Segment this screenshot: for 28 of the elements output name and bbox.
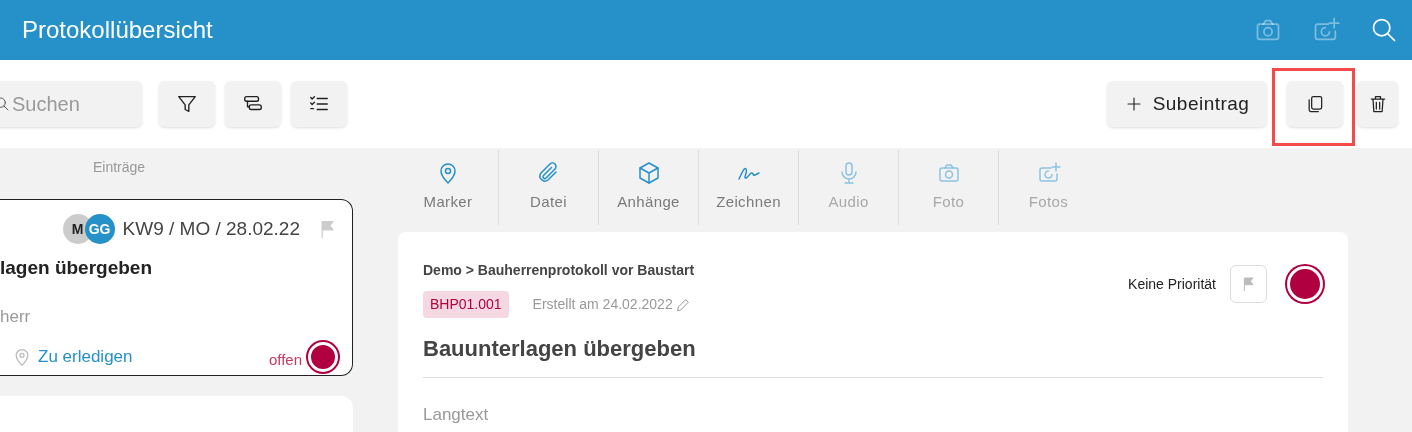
delete-button[interactable]: [1357, 81, 1398, 127]
checklist-button[interactable]: [291, 81, 347, 127]
file-tool-button[interactable]: Datei: [498, 150, 598, 225]
box-tool-button[interactable]: Anhänge: [598, 150, 698, 225]
entry-heading: Bauunterlagen übergeben: [423, 332, 1323, 378]
entry-category[interactable]: Zu erledigen: [38, 344, 269, 370]
filter-icon: [176, 93, 198, 115]
longtext-label: Langtext: [423, 404, 490, 426]
entry-title: lagen übergeben: [0, 256, 154, 280]
draw-tool-button[interactable]: Zeichnen: [698, 150, 798, 225]
page-title: Protokollübersicht: [22, 15, 214, 45]
copy-button[interactable]: [1287, 81, 1343, 127]
entry-status: offen: [268, 349, 302, 370]
entry-subtitle: herr: [0, 306, 32, 328]
cube-icon: [636, 161, 661, 186]
search-icon: [1370, 16, 1398, 44]
entry-date: KW9 / MO / 28.02.22: [122, 216, 300, 241]
filter-button[interactable]: [159, 81, 215, 127]
marker-tool-button[interactable]: Marker: [398, 150, 498, 225]
entry-code: BHP01.001: [423, 291, 509, 318]
group-button[interactable]: [225, 81, 281, 127]
list-heading: Einträge: [93, 158, 147, 177]
priority-label: Keine Priorität: [1128, 274, 1216, 294]
pencil-icon: [674, 296, 691, 313]
created-date: Erstellt am 24.02.2022: [532, 295, 673, 314]
search-field[interactable]: Suchen: [0, 81, 142, 127]
subentry-button[interactable]: Subeintrag: [1107, 81, 1267, 127]
breadcrumb: Demo > Bauherrenprotokoll vor Baustart: [423, 261, 696, 280]
